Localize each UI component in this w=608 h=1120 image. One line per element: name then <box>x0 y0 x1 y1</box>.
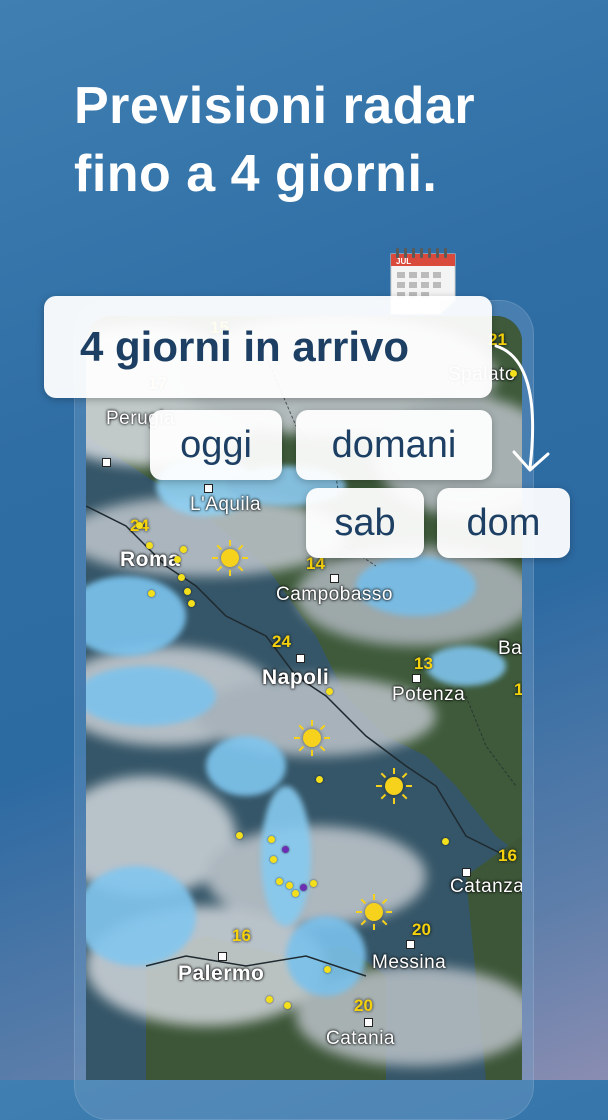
sun-icon <box>356 894 392 930</box>
sun-icon <box>212 540 248 576</box>
city-label-palermo: Palermo <box>178 962 265 985</box>
city-marker <box>406 940 415 949</box>
temperature-label: 20 <box>412 920 431 939</box>
temperature-label: 13 <box>414 654 433 673</box>
city-marker <box>462 868 471 877</box>
temperature-label: 20 <box>354 996 373 1015</box>
temperature-label: 16 <box>232 926 251 945</box>
storm-dot <box>184 588 191 595</box>
city-label-potenza: Potenza <box>392 684 466 705</box>
storm-dot <box>284 1002 291 1009</box>
city-label-napoli: Napoli <box>262 666 330 689</box>
temperature-label: 1 <box>514 680 522 699</box>
temperature-label: 24 <box>272 632 291 651</box>
calendar-month: JUL <box>396 257 411 266</box>
city-label-messina: Messina <box>372 952 447 973</box>
storm-dot <box>300 884 307 891</box>
city-marker <box>218 952 227 961</box>
upcoming-days-banner: 4 giorni in arrivo <box>44 296 492 398</box>
city-label-catanzaro: Catanza <box>450 876 522 897</box>
storm-dot <box>270 856 277 863</box>
storm-dot <box>148 590 155 597</box>
city-marker <box>296 654 305 663</box>
city-label-catania: Catania <box>326 1028 395 1049</box>
headline: Previsioni radar fino a 4 giorni. <box>74 72 574 208</box>
city-marker <box>412 674 421 683</box>
storm-dot <box>188 600 195 607</box>
storm-dot <box>442 838 449 845</box>
city-label-bari: Ba <box>498 638 522 659</box>
day-chip-tomorrow[interactable]: domani <box>296 410 492 480</box>
storm-dot <box>276 878 283 885</box>
curved-arrow-icon <box>494 344 550 472</box>
city-marker <box>204 484 213 493</box>
headline-line-2: fino a 4 giorni. <box>74 145 438 203</box>
day-chip-saturday[interactable]: sab <box>306 488 424 558</box>
city-label-laquila: L'Aquila <box>190 494 262 515</box>
storm-dot <box>324 966 331 973</box>
storm-dot <box>180 546 187 553</box>
storm-dot <box>326 688 333 695</box>
day-chip-today[interactable]: oggi <box>150 410 282 480</box>
city-marker <box>364 1018 373 1027</box>
storm-dot <box>268 836 275 843</box>
day-chip-sunday[interactable]: dom <box>437 488 570 558</box>
storm-dot <box>136 522 143 529</box>
city-marker <box>102 458 111 467</box>
storm-dot <box>266 996 273 1003</box>
city-marker <box>330 574 339 583</box>
sun-icon <box>294 720 330 756</box>
sun-icon <box>376 768 412 804</box>
storm-dot <box>316 776 323 783</box>
storm-dot <box>292 890 299 897</box>
storm-dot <box>146 542 153 549</box>
headline-line-1: Previsioni radar <box>74 77 476 135</box>
storm-dot <box>286 882 293 889</box>
storm-dot <box>174 556 181 563</box>
city-label-campobasso: Campobasso <box>276 584 393 605</box>
storm-dot <box>310 880 317 887</box>
temperature-label: 16 <box>498 846 517 865</box>
storm-dot <box>178 574 185 581</box>
city-label-roma: Roma <box>120 548 181 571</box>
storm-dot <box>282 846 289 853</box>
storm-dot <box>236 832 243 839</box>
